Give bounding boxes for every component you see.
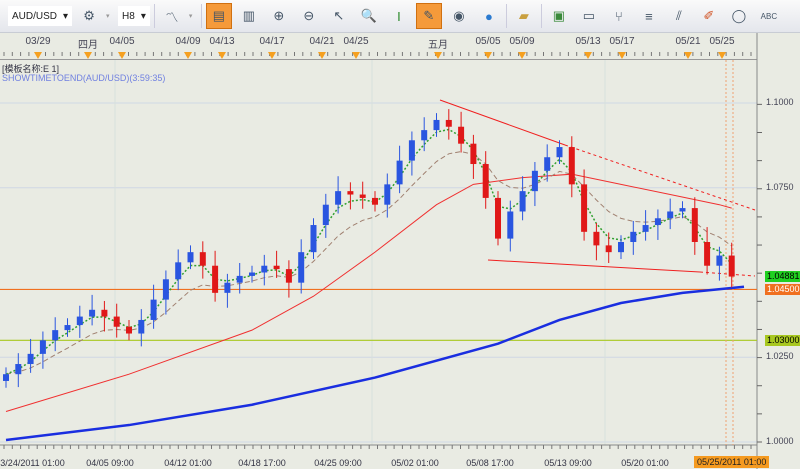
date-marker [352,52,360,59]
candle-body [728,255,735,277]
candle-body [52,330,59,341]
bottom-axis-label: 05/20 01:00 [621,458,669,468]
candle-body [421,130,428,141]
bottom-axis-label: 04/05 09:00 [86,458,134,468]
candle-body [322,204,329,226]
candle-body [667,211,674,219]
date-marker [684,52,692,59]
date-marker [184,52,192,59]
bottom-axis-label: 04/12 01:00 [164,458,212,468]
candle-body [384,184,391,205]
candle-body [630,231,637,242]
bottom-axis-label: 03/24/2011 01:00 [0,458,65,468]
candle-body [261,265,268,273]
candle-body [581,184,588,232]
candle-body [39,340,46,354]
date-marker [718,52,726,59]
green-line-price-label: 1.03000 [765,335,800,346]
candle-body [605,245,612,253]
candle-body [249,272,255,276]
candle-body [138,319,145,334]
bottom-axis-label: 04/18 17:00 [238,458,286,468]
candle-body [519,191,526,212]
current-time-label: 05/25/2011 01:00 [694,456,770,468]
candle-body [212,265,219,293]
indicator-legend: SHOWTIMETOEND(AUD/USD)(3:59:35) [2,73,166,83]
candle-body [76,316,83,326]
candle-body [445,119,452,127]
candle-body [64,325,71,331]
candle-body [372,197,378,205]
candle-body [3,374,9,381]
candle-body [618,241,624,253]
candle-body [113,316,120,327]
candle-body [347,191,354,195]
candle-body [273,265,280,270]
candle-body [531,170,538,192]
price-tick-label: 1.0250 [766,351,794,362]
candle-body [679,208,686,212]
orange-line-price-label: 1.04500 [765,284,800,295]
candle-body [654,218,661,226]
bottom-axis-label: 05/02 01:00 [391,458,439,468]
candle-body [691,208,698,242]
bottom-axis-label: 05/13 09:00 [544,458,592,468]
bottom-axis-label: 04/25 09:00 [314,458,362,468]
candle-body [458,126,465,144]
candle-body [568,147,575,185]
candle-body [408,140,415,161]
candle-body [298,252,305,283]
candle-body [101,309,108,317]
candle-body [27,353,34,365]
bottom-axis-label: 05/08 17:00 [466,458,514,468]
candle-body [199,252,206,266]
candle-body [642,225,649,232]
candle-body [507,211,514,239]
date-marker [34,52,42,59]
candle-body [310,225,317,253]
candle-body [187,252,194,263]
candle-body [544,157,551,171]
candle-body [89,309,96,317]
candle-body [175,262,182,280]
candle-body [716,255,723,266]
date-marker [218,52,226,59]
candle-body [162,279,169,300]
current-price-label: 1.04881 [765,271,800,282]
candle-body [482,164,489,198]
price-tick-label: 1.0750 [766,181,794,192]
date-marker [618,52,626,59]
price-tick-label: 1.1000 [766,97,794,107]
candle-body [285,269,292,283]
candle-body [236,275,243,283]
candle-body [495,197,501,239]
candle-body [150,299,157,320]
candle-body [335,191,342,205]
candle-body [704,241,711,266]
candle-body [470,143,477,165]
date-marker [84,52,92,59]
candle-body [15,364,22,375]
candle-body [593,231,600,246]
candle-body [224,282,231,293]
candle-body [396,160,403,185]
candle-body [126,326,132,334]
candle-body [359,194,366,198]
date-marker [518,52,526,59]
price-chart[interactable] [0,0,800,469]
plot-area [0,60,757,445]
price-tick-label: 1.0000 [766,436,794,446]
candle-body [433,119,440,131]
candle-body [556,147,563,158]
date-marker [118,52,126,59]
